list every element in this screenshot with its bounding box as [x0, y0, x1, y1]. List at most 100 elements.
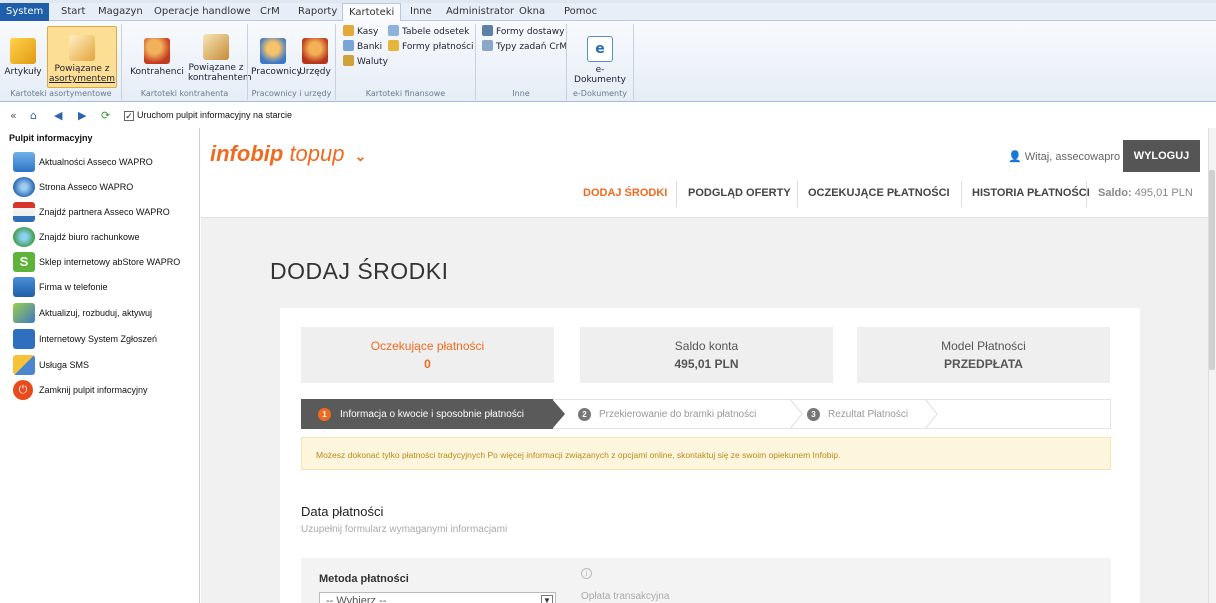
nav-podglad-oferty[interactable]: PODGLĄD OFERTY	[688, 187, 791, 199]
office-icon	[13, 227, 35, 247]
logout-button[interactable]: WYLOGUJ	[1123, 140, 1200, 172]
urzedy-label: Urzędy	[299, 67, 331, 77]
kasy-label: Kasy	[357, 27, 379, 37]
section-title: Data płatności	[301, 504, 384, 519]
banki-label: Banki	[357, 42, 383, 52]
sidebar-item-label: Znajdź biuro rachunkowe	[39, 232, 140, 242]
tab-raporty[interactable]: Raporty	[292, 3, 343, 21]
formy-platnosci-button[interactable]: Formy płatności	[388, 40, 474, 53]
home-icon[interactable]: ⌂	[30, 109, 37, 122]
tab-administrator[interactable]: Administrator	[440, 3, 520, 21]
payment-method-label: Metoda płatności	[319, 573, 409, 585]
sidebar-item-strona[interactable]: Strona Asseco WAPRO	[13, 177, 198, 197]
news-icon	[13, 152, 35, 172]
forward-icon[interactable]: ▶	[78, 109, 86, 122]
sidebar-item-biuro[interactable]: Znajdź biuro rachunkowe	[13, 227, 198, 247]
partner-icon	[13, 202, 35, 222]
stat-saldo: Saldo konta 495,01 PLN	[580, 327, 833, 383]
sidebar-item-zgloszenia[interactable]: Internetowy System Zgłoszeń	[13, 329, 198, 349]
powiazane-kontrahentem-button[interactable]: Powiązane z kontrahentem	[188, 26, 252, 88]
nav-oczekujace-platnosci[interactable]: OCZEKUJĄCE PŁATNOŚCI	[808, 187, 950, 199]
step-arrow	[925, 399, 938, 430]
tab-kartoteki[interactable]: Kartoteki	[342, 3, 402, 22]
transaction-fee-label: Opłata transakcyjna	[581, 591, 670, 602]
nav-historia-platnosci[interactable]: HISTORIA PŁATNOŚCI	[972, 187, 1090, 199]
delivery-forms-icon	[482, 25, 493, 36]
stat-label: Saldo konta	[674, 339, 739, 353]
group-label-edok: e-Dokumenty	[573, 89, 627, 98]
menu-bar: System Start Magazyn Operacje handlowe C…	[0, 3, 1216, 22]
update-icon	[13, 303, 35, 323]
urzedy-button[interactable]: Urzędy	[297, 26, 333, 88]
user-icon: 👤	[1008, 151, 1022, 163]
tab-crm[interactable]: CrM	[254, 3, 286, 21]
logo-light: topup	[289, 141, 345, 166]
stat-model: Model Płatności PRZEDPŁATA	[857, 327, 1110, 383]
sidebar-item-label: Usługa SMS	[39, 360, 90, 370]
sms-icon	[13, 355, 35, 375]
linked-articles-icon	[69, 35, 95, 61]
sidebar-title: Pulpit informacyjny	[9, 133, 93, 143]
waluty-button[interactable]: Waluty	[343, 55, 388, 68]
powiazane-kontr-label-1: Powiązane z	[188, 63, 244, 73]
startup-checkbox[interactable]: ✓	[124, 111, 134, 121]
tab-system[interactable]: System	[0, 3, 50, 21]
collapse-icon[interactable]: «	[10, 109, 17, 122]
powiazane-asortymentem-button[interactable]: Powiązane z asortymentem	[47, 26, 117, 88]
sidebar-item-zamknij[interactable]: ⏻ Zamknij pulpit informacyjny	[13, 380, 198, 400]
refresh-icon[interactable]: ⟳	[101, 109, 110, 122]
sidebar-item-aktualnosci[interactable]: Aktualności Asseco WAPRO	[13, 152, 198, 172]
step-3-label: Rezultat Płatności	[828, 409, 909, 420]
sidebar-item-label: Firma w telefonie	[39, 282, 108, 292]
sidebar-item-sklep[interactable]: S Sklep internetowy abStore WAPRO	[13, 252, 198, 272]
tab-operacje-handlowe[interactable]: Operacje handlowe	[148, 3, 257, 21]
tab-inne[interactable]: Inne	[404, 3, 438, 21]
tickets-icon	[13, 329, 35, 349]
offices-icon	[302, 38, 328, 64]
stat-oczekujace: Oczekujące płatności 0	[301, 327, 554, 383]
stat-label: Model Płatności	[941, 339, 1026, 353]
nav-dodaj-srodki[interactable]: DODAJ ŚRODKI	[583, 187, 667, 199]
pracownicy-label: Pracownicy	[251, 67, 302, 77]
tab-pomoc[interactable]: Pomoc	[558, 3, 603, 21]
sidebar-item-partner[interactable]: Znajdź partnera Asseco WAPRO	[13, 202, 198, 222]
sidebar-item-label: Aktualności Asseco WAPRO	[39, 157, 153, 167]
sidebar-item-aktualizuj[interactable]: Aktualizuj, rozbuduj, aktywuj	[13, 303, 198, 323]
step-1-label: Informacja o kwocie i sposobnie płatnośc…	[340, 409, 524, 420]
group-label-inne: Inne	[512, 89, 530, 98]
sidebar-item-telefon[interactable]: Firma w telefonie	[13, 277, 198, 297]
step-1-number: 1	[318, 408, 331, 421]
logo-bold: infobip	[210, 141, 284, 166]
banki-button[interactable]: Banki	[343, 40, 382, 53]
kasy-button[interactable]: Kasy	[343, 25, 378, 38]
tab-okna[interactable]: Okna	[513, 3, 551, 21]
nav-divider	[961, 181, 962, 207]
artykuly-label: Artykuły	[4, 67, 42, 77]
interest-table-icon	[388, 25, 399, 36]
back-icon[interactable]: ◀	[54, 109, 62, 122]
user-greeting: 👤 Witaj, assecowapro	[1008, 150, 1120, 163]
sidebar-item-sms[interactable]: Usługa SMS	[13, 355, 198, 375]
section-subtitle: Uzupełnij formularz wymaganymi informacj…	[301, 524, 508, 535]
nav-divider	[797, 181, 798, 207]
stat-value: PRZEDPŁATA	[944, 357, 1023, 371]
sidebar-item-label: Internetowy System Zgłoszeń	[39, 334, 158, 344]
chevron-down-icon: ⌄	[354, 148, 367, 164]
info-icon[interactable]: i	[581, 568, 592, 579]
formy-dostawy-button[interactable]: Formy dostawy	[482, 25, 565, 38]
power-icon: ⏻	[13, 380, 33, 400]
typy-zadan-button[interactable]: Typy zadań CrM	[482, 40, 567, 53]
tab-magazyn[interactable]: Magazyn	[92, 3, 149, 21]
artykuly-button[interactable]: Artykuły	[4, 26, 42, 88]
kontrahenci-button[interactable]: Kontrahenci	[128, 26, 186, 88]
e-dokumenty-button[interactable]: e e-Dokumenty	[570, 26, 630, 88]
scrollbar-thumb[interactable]	[1209, 170, 1215, 370]
stat-label: Oczekujące płatności	[370, 339, 485, 353]
payment-method-select[interactable]: -- Wybierz -- ▼	[319, 592, 556, 603]
infobip-topup-logo[interactable]: infobip topup ⌄	[210, 141, 366, 167]
tabele-odsetek-button[interactable]: Tabele odsetek	[388, 25, 469, 38]
tab-start[interactable]: Start	[55, 3, 91, 21]
pracownicy-button[interactable]: Pracownicy	[251, 26, 302, 88]
phone-icon	[13, 277, 35, 297]
sidebar-item-label: Aktualizuj, rozbuduj, aktywuj	[39, 308, 153, 318]
